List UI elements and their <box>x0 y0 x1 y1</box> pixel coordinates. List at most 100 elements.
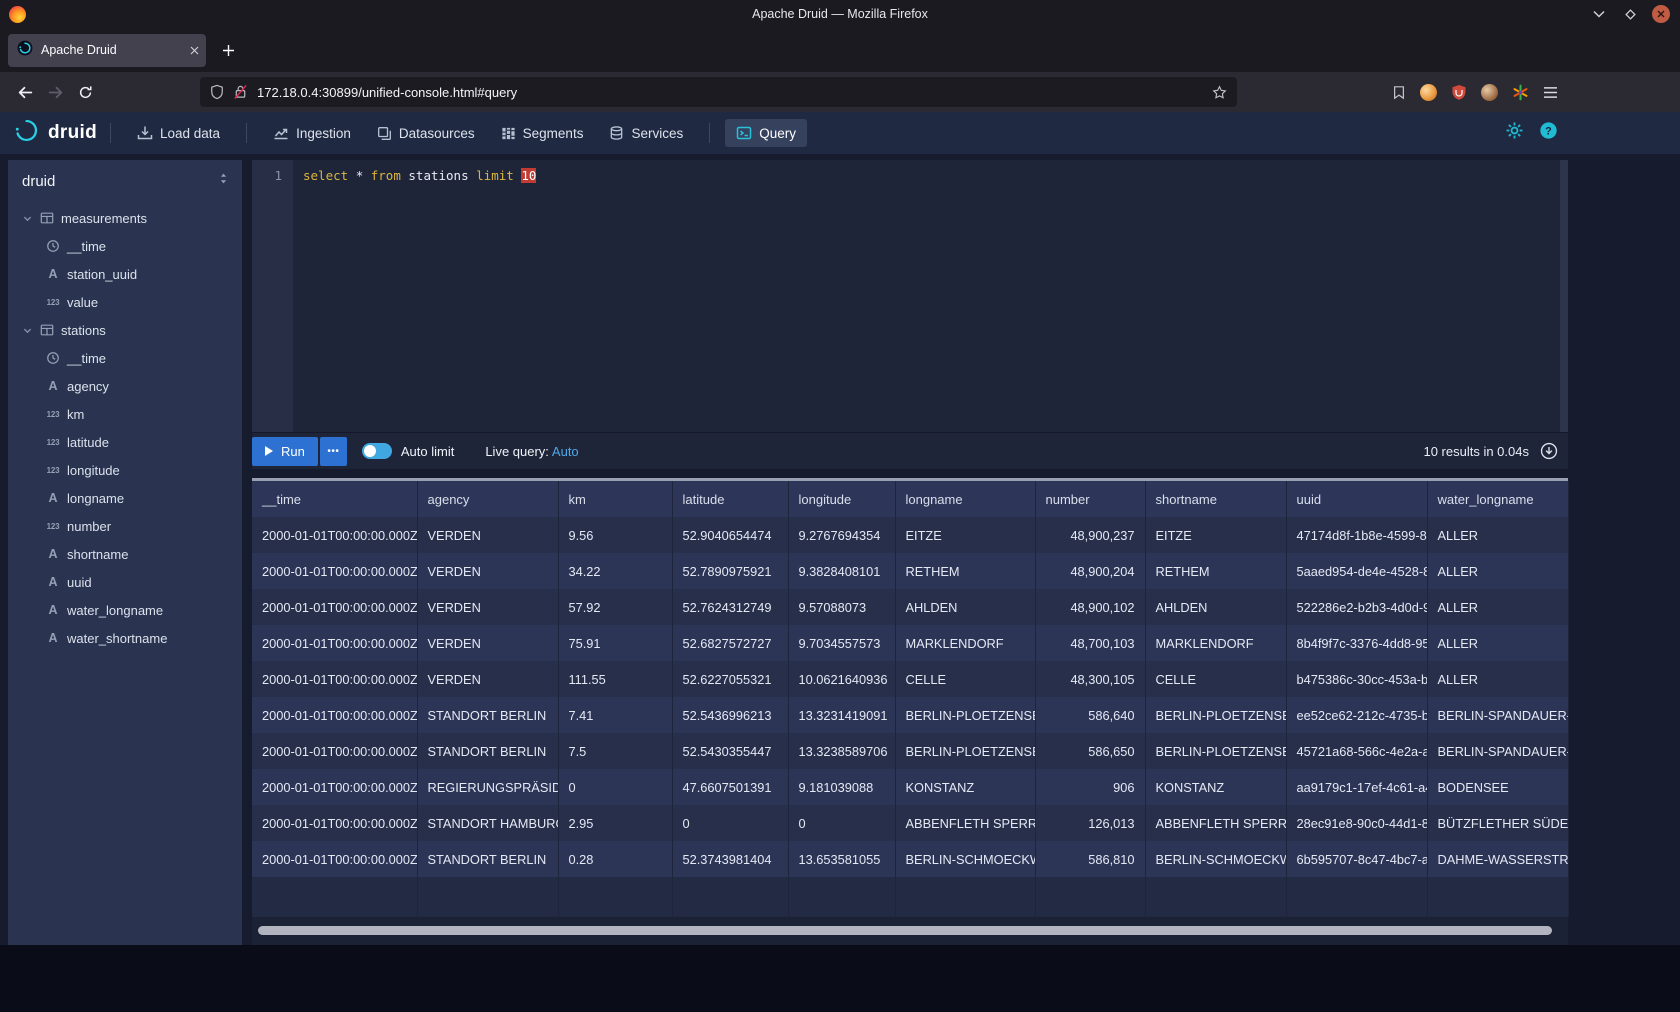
cell[interactable]: 52.3743981404 <box>672 841 788 877</box>
cell[interactable]: 2000-01-01T00:00:00.000Z <box>252 661 417 697</box>
cell[interactable]: VERDEN <box>417 625 558 661</box>
cell[interactable]: 2000-01-01T00:00:00.000Z <box>252 805 417 841</box>
nav-item-load-data[interactable]: Load data <box>126 119 231 147</box>
cell[interactable]: 906 <box>1035 769 1145 805</box>
profile-avatar-icon[interactable] <box>1481 84 1498 101</box>
column-header-longitude[interactable]: longitude <box>788 481 895 517</box>
cell[interactable]: VERDEN <box>417 553 558 589</box>
extension-asterisk-icon[interactable] <box>1512 84 1529 101</box>
cell[interactable]: BERLIN-PLOETZENSEE C <box>895 697 1035 733</box>
account-avatar-icon[interactable] <box>1420 84 1437 101</box>
insecure-lock-icon[interactable] <box>233 84 248 100</box>
query-editor[interactable]: 1 select * from stations limit 10 <box>252 160 1568 432</box>
cell[interactable]: 28ec91e8-90c0-44d1-8f0 <box>1286 805 1427 841</box>
cell[interactable]: aa9179c1-17ef-4c61-a48 <box>1286 769 1427 805</box>
tracking-shield-icon[interactable] <box>210 84 224 100</box>
column-item-__time[interactable]: __time <box>8 344 242 372</box>
cell[interactable]: 7.41 <box>558 697 672 733</box>
column-item-shortname[interactable]: Ashortname <box>8 540 242 568</box>
cell[interactable]: DAHME-WASSERSTRAS <box>1427 841 1568 877</box>
cell[interactable]: 2000-01-01T00:00:00.000Z <box>252 589 417 625</box>
cell[interactable]: 48,900,102 <box>1035 589 1145 625</box>
cell[interactable]: EITZE <box>1145 517 1286 553</box>
cell[interactable]: 5aaed954-de4e-4528-8f <box>1286 553 1427 589</box>
cell[interactable]: 48,900,237 <box>1035 517 1145 553</box>
cell[interactable]: 6b595707-8c47-4bc7-a8 <box>1286 841 1427 877</box>
cell[interactable]: AHLDEN <box>895 589 1035 625</box>
cell[interactable]: 586,810 <box>1035 841 1145 877</box>
column-item-water_shortname[interactable]: Awater_shortname <box>8 624 242 652</box>
nav-item-query[interactable]: Query <box>725 119 807 147</box>
cell[interactable]: VERDEN <box>417 589 558 625</box>
column-item-uuid[interactable]: Auuid <box>8 568 242 596</box>
ublock-icon[interactable] <box>1451 84 1467 100</box>
cell[interactable]: 9.57088073 <box>788 589 895 625</box>
cell[interactable]: 52.5430355447 <box>672 733 788 769</box>
cell[interactable]: 2.95 <box>558 805 672 841</box>
run-button[interactable]: Run <box>252 437 318 466</box>
column-header-number[interactable]: number <box>1035 481 1145 517</box>
cell[interactable]: BERLIN-PLOETZENSEE U <box>1145 733 1286 769</box>
cell[interactable]: 13.3238589706 <box>788 733 895 769</box>
cell[interactable]: BERLIN-PLOETZENSEE C <box>1145 697 1286 733</box>
cell[interactable]: RETHEM <box>895 553 1035 589</box>
cell[interactable]: BERLIN-SCHMOECKWITZ <box>895 841 1035 877</box>
column-header-__time[interactable]: __time <box>252 481 417 517</box>
cell[interactable]: 9.181039088 <box>788 769 895 805</box>
cell[interactable]: 48,900,204 <box>1035 553 1145 589</box>
cell[interactable]: 0 <box>558 769 672 805</box>
browser-tab[interactable]: Apache Druid <box>8 34 206 67</box>
cell[interactable]: 52.9040654474 <box>672 517 788 553</box>
cell[interactable]: BERLIN-SPANDAUER-S <box>1427 733 1568 769</box>
cell[interactable]: 52.6227055321 <box>672 661 788 697</box>
cell[interactable]: 57.92 <box>558 589 672 625</box>
download-icon[interactable] <box>1540 442 1558 460</box>
column-item-longname[interactable]: Alongname <box>8 484 242 512</box>
cell[interactable]: AHLDEN <box>1145 589 1286 625</box>
cell[interactable]: 9.7034557573 <box>788 625 895 661</box>
cell[interactable]: 2000-01-01T00:00:00.000Z <box>252 841 417 877</box>
cell[interactable]: 126,013 <box>1035 805 1145 841</box>
cell[interactable]: 47174d8f-1b8e-4599-8a <box>1286 517 1427 553</box>
back-button[interactable] <box>10 78 40 106</box>
window-maximize-button[interactable] <box>1621 5 1639 23</box>
cell[interactable]: b475386c-30cc-453a-b3 <box>1286 661 1427 697</box>
nav-item-segments[interactable]: Segments <box>490 120 595 147</box>
cell[interactable]: 111.55 <box>558 661 672 697</box>
cell[interactable]: VERDEN <box>417 661 558 697</box>
reload-button[interactable] <box>70 78 100 106</box>
cell[interactable]: ALLER <box>1427 589 1568 625</box>
cell[interactable]: 48,700,103 <box>1035 625 1145 661</box>
cell[interactable]: MARKLENDORF <box>1145 625 1286 661</box>
cell[interactable]: 9.3828408101 <box>788 553 895 589</box>
cell[interactable]: 13.3231419091 <box>788 697 895 733</box>
cell[interactable]: STANDORT BERLIN <box>417 733 558 769</box>
auto-limit-toggle[interactable] <box>362 443 392 459</box>
cell[interactable]: CELLE <box>1145 661 1286 697</box>
cell[interactable]: 8b4f9f7c-3376-4dd8-95c <box>1286 625 1427 661</box>
cell[interactable]: 2000-01-01T00:00:00.000Z <box>252 733 417 769</box>
cell[interactable]: 586,650 <box>1035 733 1145 769</box>
cell[interactable]: 2000-01-01T00:00:00.000Z <box>252 517 417 553</box>
cell[interactable]: 2000-01-01T00:00:00.000Z <box>252 769 417 805</box>
settings-gear-icon[interactable] <box>1505 121 1524 145</box>
cell[interactable]: 52.7890975921 <box>672 553 788 589</box>
cell[interactable]: 52.7624312749 <box>672 589 788 625</box>
double-caret-icon[interactable] <box>217 172 230 190</box>
cell[interactable]: ALLER <box>1427 625 1568 661</box>
nav-item-services[interactable]: Services <box>598 119 694 147</box>
column-header-shortname[interactable]: shortname <box>1145 481 1286 517</box>
cell[interactable]: KONSTANZ <box>895 769 1035 805</box>
cell[interactable]: 9.56 <box>558 517 672 553</box>
window-minimize-button[interactable] <box>1590 5 1608 23</box>
column-item-value[interactable]: 123value <box>8 288 242 316</box>
column-header-km[interactable]: km <box>558 481 672 517</box>
help-icon[interactable]: ? <box>1539 121 1558 145</box>
cell[interactable]: VERDEN <box>417 517 558 553</box>
column-item-longitude[interactable]: 123longitude <box>8 456 242 484</box>
cell[interactable]: ee52ce62-212c-4735-b4 <box>1286 697 1427 733</box>
cell[interactable]: STANDORT HAMBURG <box>417 805 558 841</box>
menu-icon[interactable] <box>1543 86 1558 99</box>
cell[interactable]: STANDORT BERLIN <box>417 841 558 877</box>
cell[interactable]: 52.5436996213 <box>672 697 788 733</box>
